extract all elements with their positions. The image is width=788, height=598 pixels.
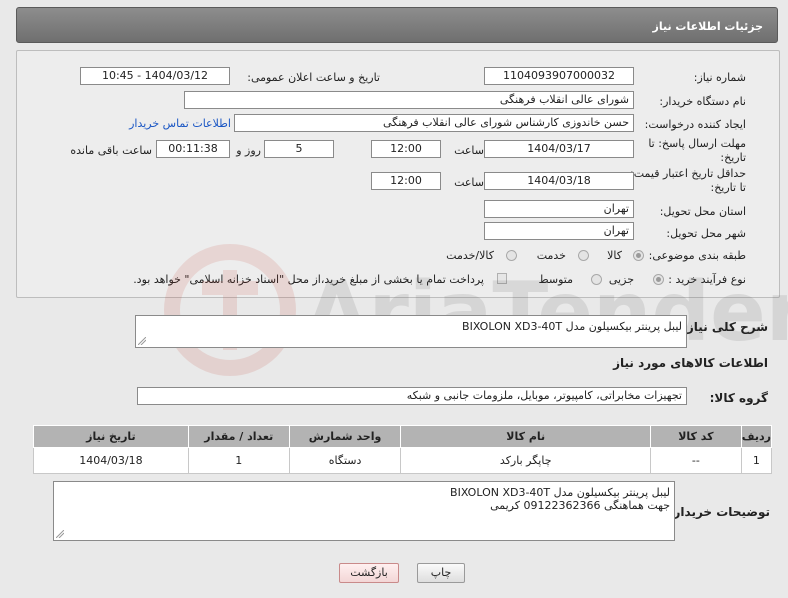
print-button[interactable]: چاپ — [417, 563, 465, 583]
buyer-contact-link[interactable]: اطلاعات تماس خریدار — [129, 117, 231, 130]
category-goods-radio[interactable] — [633, 250, 644, 261]
col-header-need-date: تاریخ نیاز — [33, 425, 189, 448]
col-header-quantity: تعداد / مقدار — [187, 425, 290, 448]
cell-quantity: 1 — [187, 447, 290, 474]
requester-field[interactable]: حسن خاندوزی کارشناس شورای عالی انقلاب فر… — [234, 114, 634, 132]
remaining-time-field[interactable]: 00:11:38 — [156, 140, 230, 158]
treasury-payment-checkbox[interactable] — [497, 273, 507, 284]
reply-deadline-time-field[interactable]: 12:00 — [371, 140, 441, 158]
col-header-name: نام کالا — [400, 425, 651, 448]
resize-handle-icon[interactable] — [56, 530, 64, 538]
category-goods-label: کالا — [607, 249, 622, 262]
items-table-header-row: ردیف کد کالا نام کالا واحد شمارش تعداد /… — [33, 425, 773, 448]
process-minor-label: جزیی — [608, 273, 634, 286]
table-row[interactable]: 1 -- چاپگر بارکد دستگاه 1 1404/03/18 — [33, 447, 773, 474]
price-validity-date-field[interactable]: 1404/03/18 — [484, 172, 634, 190]
price-validity-label: حداقل تاریخ اعتبار قیمت: — [630, 167, 746, 180]
items-table: ردیف کد کالا نام کالا واحد شمارش تعداد /… — [33, 425, 773, 474]
need-summary-field[interactable]: لیبل پرینتر بیکسیلون مدل BIXOLON XD3-40T — [135, 315, 687, 348]
buyer-notes-line-2: جهت هماهنگی 09122362366 کریمی — [490, 499, 670, 512]
delivery-city-label: شهر محل تحویل: — [666, 227, 746, 240]
cell-goods-name: چاپگر بارکد — [400, 447, 651, 474]
price-time-label: ساعت — [454, 176, 484, 189]
price-validity-time-field[interactable]: 12:00 — [371, 172, 441, 190]
col-header-row: ردیف — [740, 425, 773, 448]
requester-label: ایجاد کننده درخواست: — [644, 118, 746, 131]
goods-group-label: گروه کالا: — [709, 391, 768, 405]
cell-unit: دستگاه — [288, 447, 402, 474]
reply-time-label: ساعت — [454, 144, 484, 157]
resize-handle-icon[interactable] — [138, 337, 146, 345]
category-goods-service-label: کالا/خدمت — [446, 249, 494, 262]
delivery-city-field[interactable]: تهران — [484, 222, 634, 240]
col-header-unit: واحد شمارش — [288, 425, 402, 448]
need-summary-label: شرح کلی نیاز: — [682, 320, 768, 334]
price-validity-label-2: تا تاریخ: — [710, 181, 746, 194]
cell-need-date: 1404/03/18 — [33, 447, 189, 474]
need-number-label: شماره نیاز: — [693, 71, 746, 84]
process-medium-radio[interactable] — [591, 274, 602, 285]
page-header: جزئیات اطلاعات نیاز — [16, 7, 778, 43]
category-goods-service-radio[interactable] — [506, 250, 517, 261]
reply-deadline-label-2: تاریخ: — [720, 151, 746, 164]
buyer-org-label: نام دستگاه خریدار: — [659, 95, 746, 108]
cell-goods-code: -- — [649, 447, 742, 474]
announce-datetime-field[interactable]: 1404/03/12 - 10:45 — [80, 67, 230, 85]
back-button[interactable]: بازگشت — [339, 563, 399, 583]
reply-deadline-label: مهلت ارسال پاسخ: تا — [648, 137, 746, 150]
buyer-notes-label: توضیحات خریدار: — [668, 505, 770, 519]
remaining-time-label: ساعت باقی مانده — [70, 144, 152, 157]
page-title: جزئیات اطلاعات نیاز — [652, 20, 764, 33]
cell-row-number: 1 — [740, 447, 773, 474]
treasury-payment-note: پرداخت تمام یا بخشی از مبلغ خرید،از محل … — [133, 273, 484, 286]
process-medium-label: متوسط — [538, 273, 573, 286]
delivery-province-label: استان محل تحویل: — [659, 205, 746, 218]
process-minor-radio[interactable] — [653, 274, 664, 285]
buyer-notes-field[interactable]: لیبل پرینتر بیکسیلون مدل BIXOLON XD3-40T… — [53, 481, 675, 541]
remaining-days-field[interactable]: 5 — [264, 140, 334, 158]
category-service-label: خدمت — [536, 249, 566, 262]
days-label: روز و — [236, 144, 261, 157]
category-service-radio[interactable] — [578, 250, 589, 261]
delivery-province-field[interactable]: تهران — [484, 200, 634, 218]
need-number-field[interactable]: 1104093907000032 — [484, 67, 634, 85]
need-summary-text: لیبل پرینتر بیکسیلون مدل BIXOLON XD3-40T — [462, 320, 682, 333]
buyer-org-field[interactable]: شورای عالی انقلاب فرهنگی — [184, 91, 634, 109]
purchase-process-label: نوع فرآیند خرید : — [668, 273, 746, 286]
col-header-code: کد کالا — [649, 425, 742, 448]
reply-deadline-date-field[interactable]: 1404/03/17 — [484, 140, 634, 158]
goods-group-field[interactable]: تجهیزات مخابراتی، کامپیوتر، موبایل، ملزو… — [137, 387, 687, 405]
goods-info-title: اطلاعات کالاهای مورد نیاز — [613, 356, 768, 370]
buyer-notes-line-1: لیبل پرینتر بیکسیلون مدل BIXOLON XD3-40T — [450, 486, 670, 499]
announce-datetime-label: تاریخ و ساعت اعلان عمومی: — [247, 71, 380, 84]
category-label: طبقه بندی موضوعی: — [648, 249, 746, 262]
